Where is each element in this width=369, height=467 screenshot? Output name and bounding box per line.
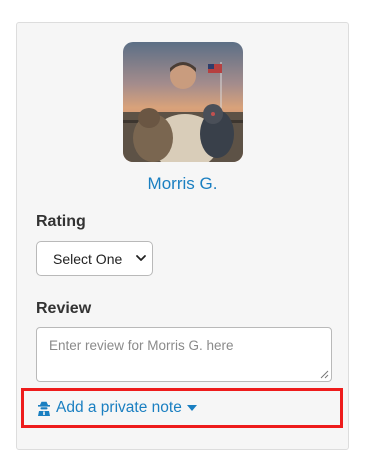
- add-private-note-toggle[interactable]: Add a private note: [37, 399, 197, 417]
- rating-label: Rating: [36, 213, 86, 230]
- user-secret-icon: [38, 401, 50, 416]
- chevron-down-icon: [136, 255, 146, 261]
- resize-grip-icon[interactable]: [320, 370, 329, 379]
- add-private-note-label: Add a private note: [56, 399, 182, 416]
- profile-name-link[interactable]: Morris G.: [17, 174, 348, 194]
- caret-down-icon: [186, 405, 197, 411]
- rating-select[interactable]: Select One: [36, 241, 153, 276]
- review-card: Morris G. Rating Select One Review Add a…: [16, 22, 349, 450]
- review-label: Review: [36, 300, 92, 317]
- rating-select-value: Select One: [53, 250, 123, 267]
- review-textarea[interactable]: [36, 327, 332, 382]
- profile-avatar: [123, 42, 243, 162]
